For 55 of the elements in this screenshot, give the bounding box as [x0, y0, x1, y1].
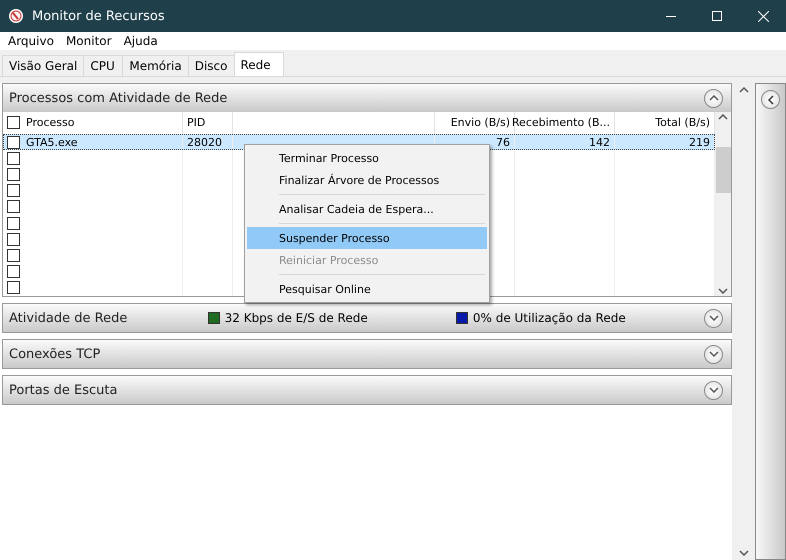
checkbox[interactable]	[7, 232, 20, 246]
section-header[interactable]: Atividade de Rede 32 Kbps de E/S de Rede 0% de Utilização da Rede	[3, 304, 731, 332]
menu-item[interactable]: Pesquisar Online	[247, 278, 487, 300]
chevron-down-icon	[708, 351, 718, 357]
collapse-button[interactable]	[704, 88, 723, 108]
scroll-up-icon	[718, 114, 728, 120]
checkbox[interactable]	[7, 248, 20, 262]
scroll-down-icon	[718, 288, 728, 294]
legend-label: 0% de Utilização da Rede	[472, 311, 626, 325]
scroll-down-icon	[738, 550, 749, 556]
checkbox[interactable]	[7, 136, 20, 149]
section-title: Conexões TCP	[9, 346, 100, 362]
checkbox[interactable]	[7, 216, 20, 230]
scrollbar-thumb[interactable]	[716, 147, 730, 194]
section-title: Atividade de Rede	[9, 310, 128, 326]
table-cell: 76	[496, 136, 510, 149]
menu-item[interactable]: Finalizar Árvore de Processos	[247, 169, 487, 191]
table-cell: GTA5.exe	[26, 136, 78, 149]
legend-label: 32 Kbps de E/S de Rede	[224, 311, 368, 325]
expand-button[interactable]	[704, 344, 723, 364]
table-cell: 28020	[187, 136, 222, 149]
tab[interactable]: Rede	[234, 52, 284, 76]
section-title: Processos com Atividade de Rede	[9, 90, 228, 106]
checkbox[interactable]	[7, 200, 20, 214]
section-header[interactable]: Processos com Atividade de Rede	[3, 84, 731, 112]
checkbox[interactable]	[7, 152, 20, 165]
chevron-down-icon	[708, 315, 719, 321]
app-icon	[8, 8, 24, 24]
menu-item[interactable]: Analisar Cadeia de Espera...	[247, 198, 487, 220]
menu-item[interactable]: Arquivo	[2, 34, 60, 48]
chevron-left-icon	[768, 94, 774, 104]
checkbox[interactable]	[7, 116, 20, 130]
table-cell: 219	[689, 136, 710, 149]
window-title: Monitor de Recursos	[32, 8, 166, 24]
menu-item[interactable]: Monitor	[60, 34, 118, 48]
chevron-up-icon	[708, 95, 718, 101]
maximize-icon	[712, 11, 722, 21]
scroll-up-icon	[738, 87, 749, 93]
checkbox[interactable]	[7, 281, 20, 294]
checkbox[interactable]	[7, 184, 20, 198]
tab[interactable]: Visão Geral	[2, 55, 84, 76]
section-header[interactable]: Conexões TCP	[3, 340, 731, 368]
checkbox[interactable]	[7, 265, 20, 278]
menu-item[interactable]: Suspender Processo	[247, 227, 487, 249]
chevron-down-icon	[708, 387, 718, 393]
expand-button[interactable]	[704, 308, 723, 328]
expand-panel-button[interactable]	[761, 90, 780, 109]
section-header[interactable]: Portas de Escuta	[3, 376, 731, 404]
table-cell: 142	[589, 136, 610, 149]
scrollbar[interactable]	[715, 112, 731, 296]
menu-item[interactable]: Ajuda	[118, 34, 164, 48]
expand-button[interactable]	[704, 380, 723, 400]
section-title: Portas de Escuta	[9, 382, 118, 398]
checkbox[interactable]	[7, 168, 20, 181]
close-icon	[758, 10, 768, 22]
